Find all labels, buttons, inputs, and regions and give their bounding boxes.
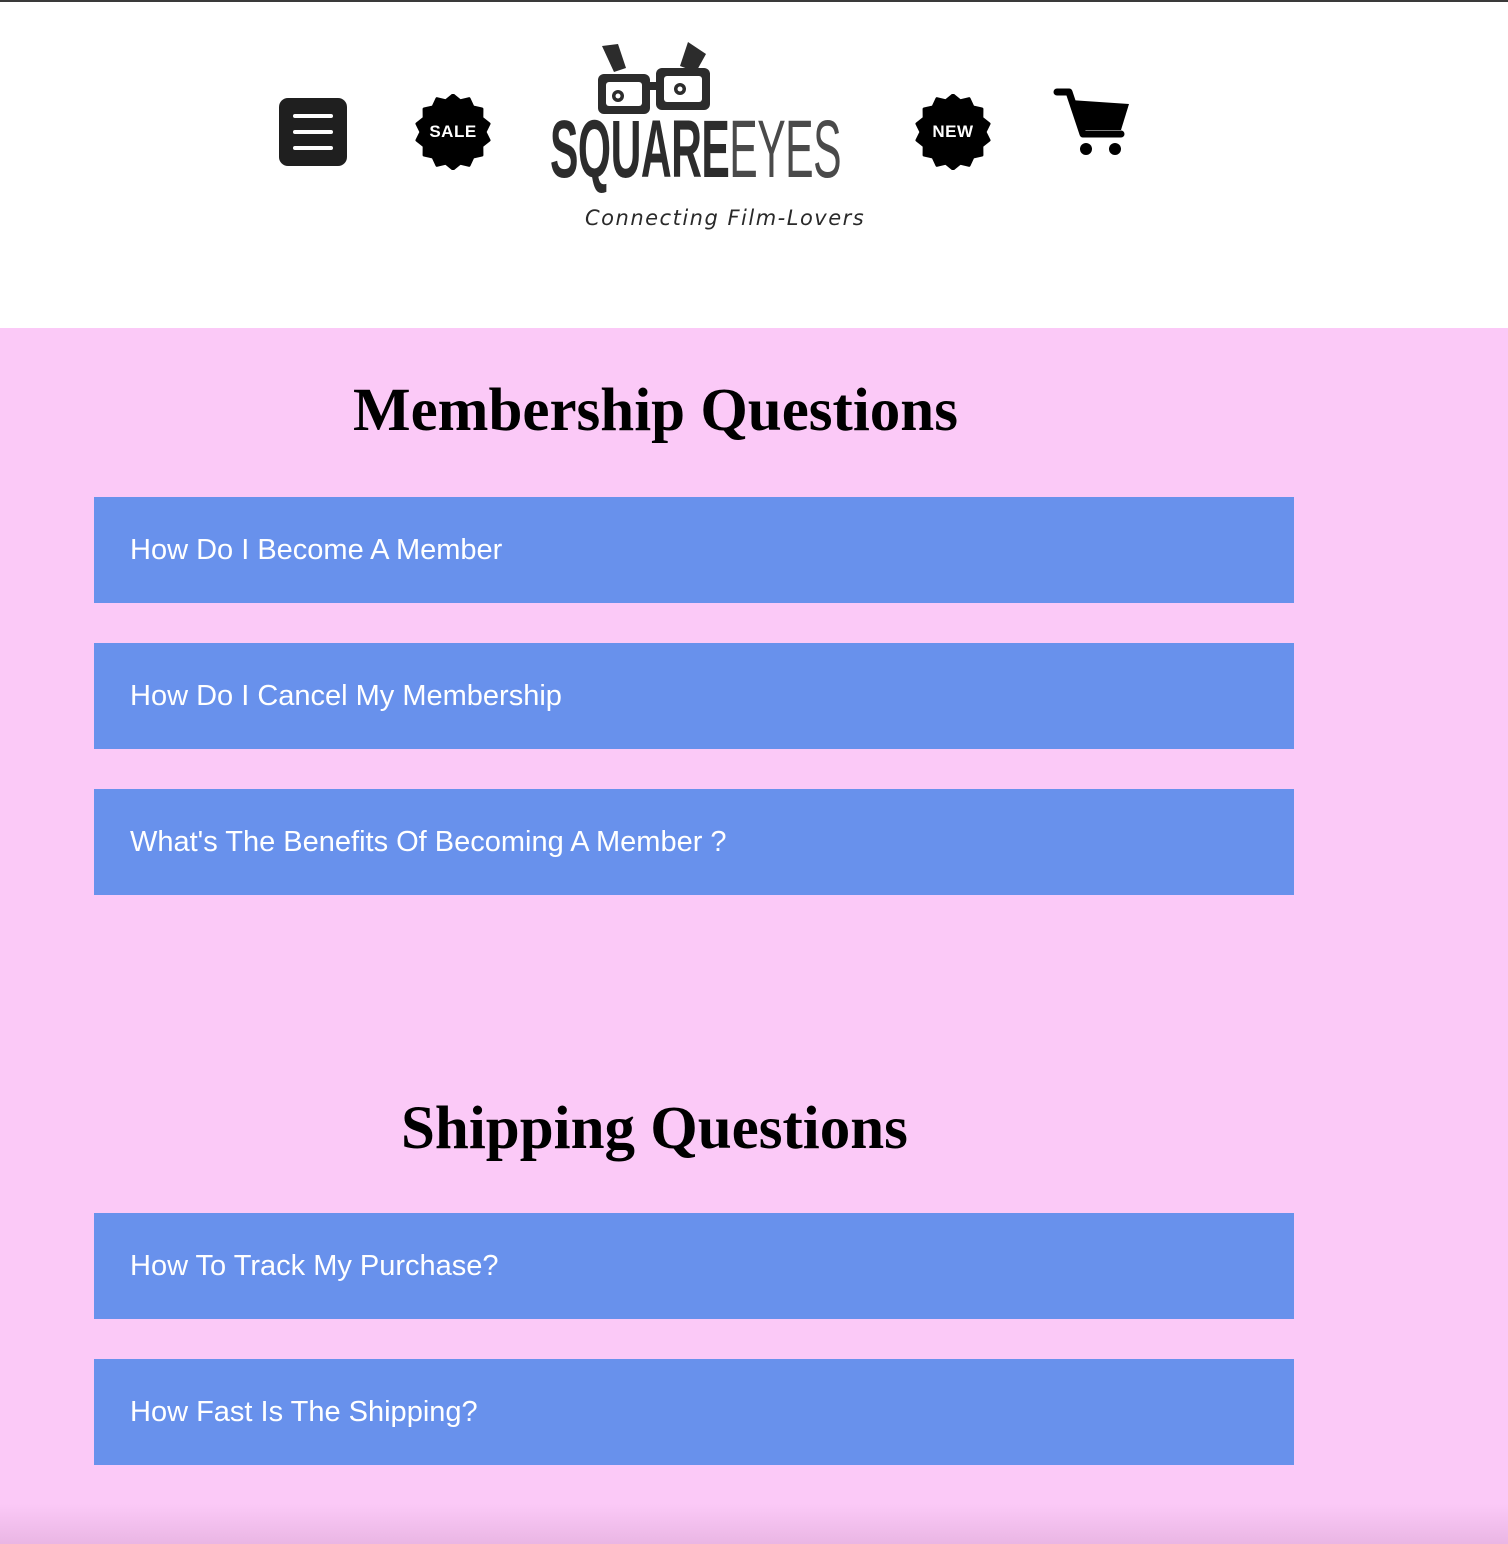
site-header: SALE SQUAREEYES Connecting Film-Lovers N… <box>0 2 1508 328</box>
menu-button[interactable] <box>279 98 347 166</box>
faq-question-label: What's The Benefits Of Becoming A Member… <box>130 826 727 858</box>
faq-question-label: How Do I Cancel My Membership <box>130 680 562 712</box>
logo-word-eyes: EYES <box>729 104 841 195</box>
logo-word-square: SQUARE <box>550 104 730 195</box>
site-logo[interactable]: SQUAREEYES Connecting Film-Lovers <box>548 40 864 240</box>
logo-tagline: Connecting Film-Lovers <box>585 206 866 230</box>
logo-wordmark: SQUAREEYES <box>550 108 842 192</box>
shopping-cart-icon <box>1053 88 1129 155</box>
new-badge-link[interactable]: NEW <box>915 94 991 170</box>
faq-item-shipping-speed[interactable]: How Fast Is The Shipping? <box>94 1359 1294 1465</box>
bottom-shade <box>0 1504 1508 1544</box>
membership-section-heading: Membership Questions <box>353 377 958 444</box>
faq-item-track-purchase[interactable]: How To Track My Purchase? <box>94 1213 1294 1319</box>
hamburger-menu-icon <box>293 114 333 118</box>
faq-item-cancel-membership[interactable]: How Do I Cancel My Membership <box>94 643 1294 749</box>
faq-item-member-benefits[interactable]: What's The Benefits Of Becoming A Member… <box>94 789 1294 895</box>
faq-question-label: How To Track My Purchase? <box>130 1250 499 1282</box>
shipping-section-heading: Shipping Questions <box>401 1095 908 1162</box>
faq-question-label: How Do I Become A Member <box>130 534 503 566</box>
new-badge-label: NEW <box>932 122 974 141</box>
faq-main: Membership Questions How Do I Become A M… <box>0 328 1508 1544</box>
faq-item-become-member[interactable]: How Do I Become A Member <box>94 497 1294 603</box>
cart-button[interactable] <box>1053 86 1133 160</box>
sale-badge-label: SALE <box>429 122 477 141</box>
faq-question-label: How Fast Is The Shipping? <box>130 1396 478 1428</box>
sale-badge-link[interactable]: SALE <box>415 94 491 170</box>
